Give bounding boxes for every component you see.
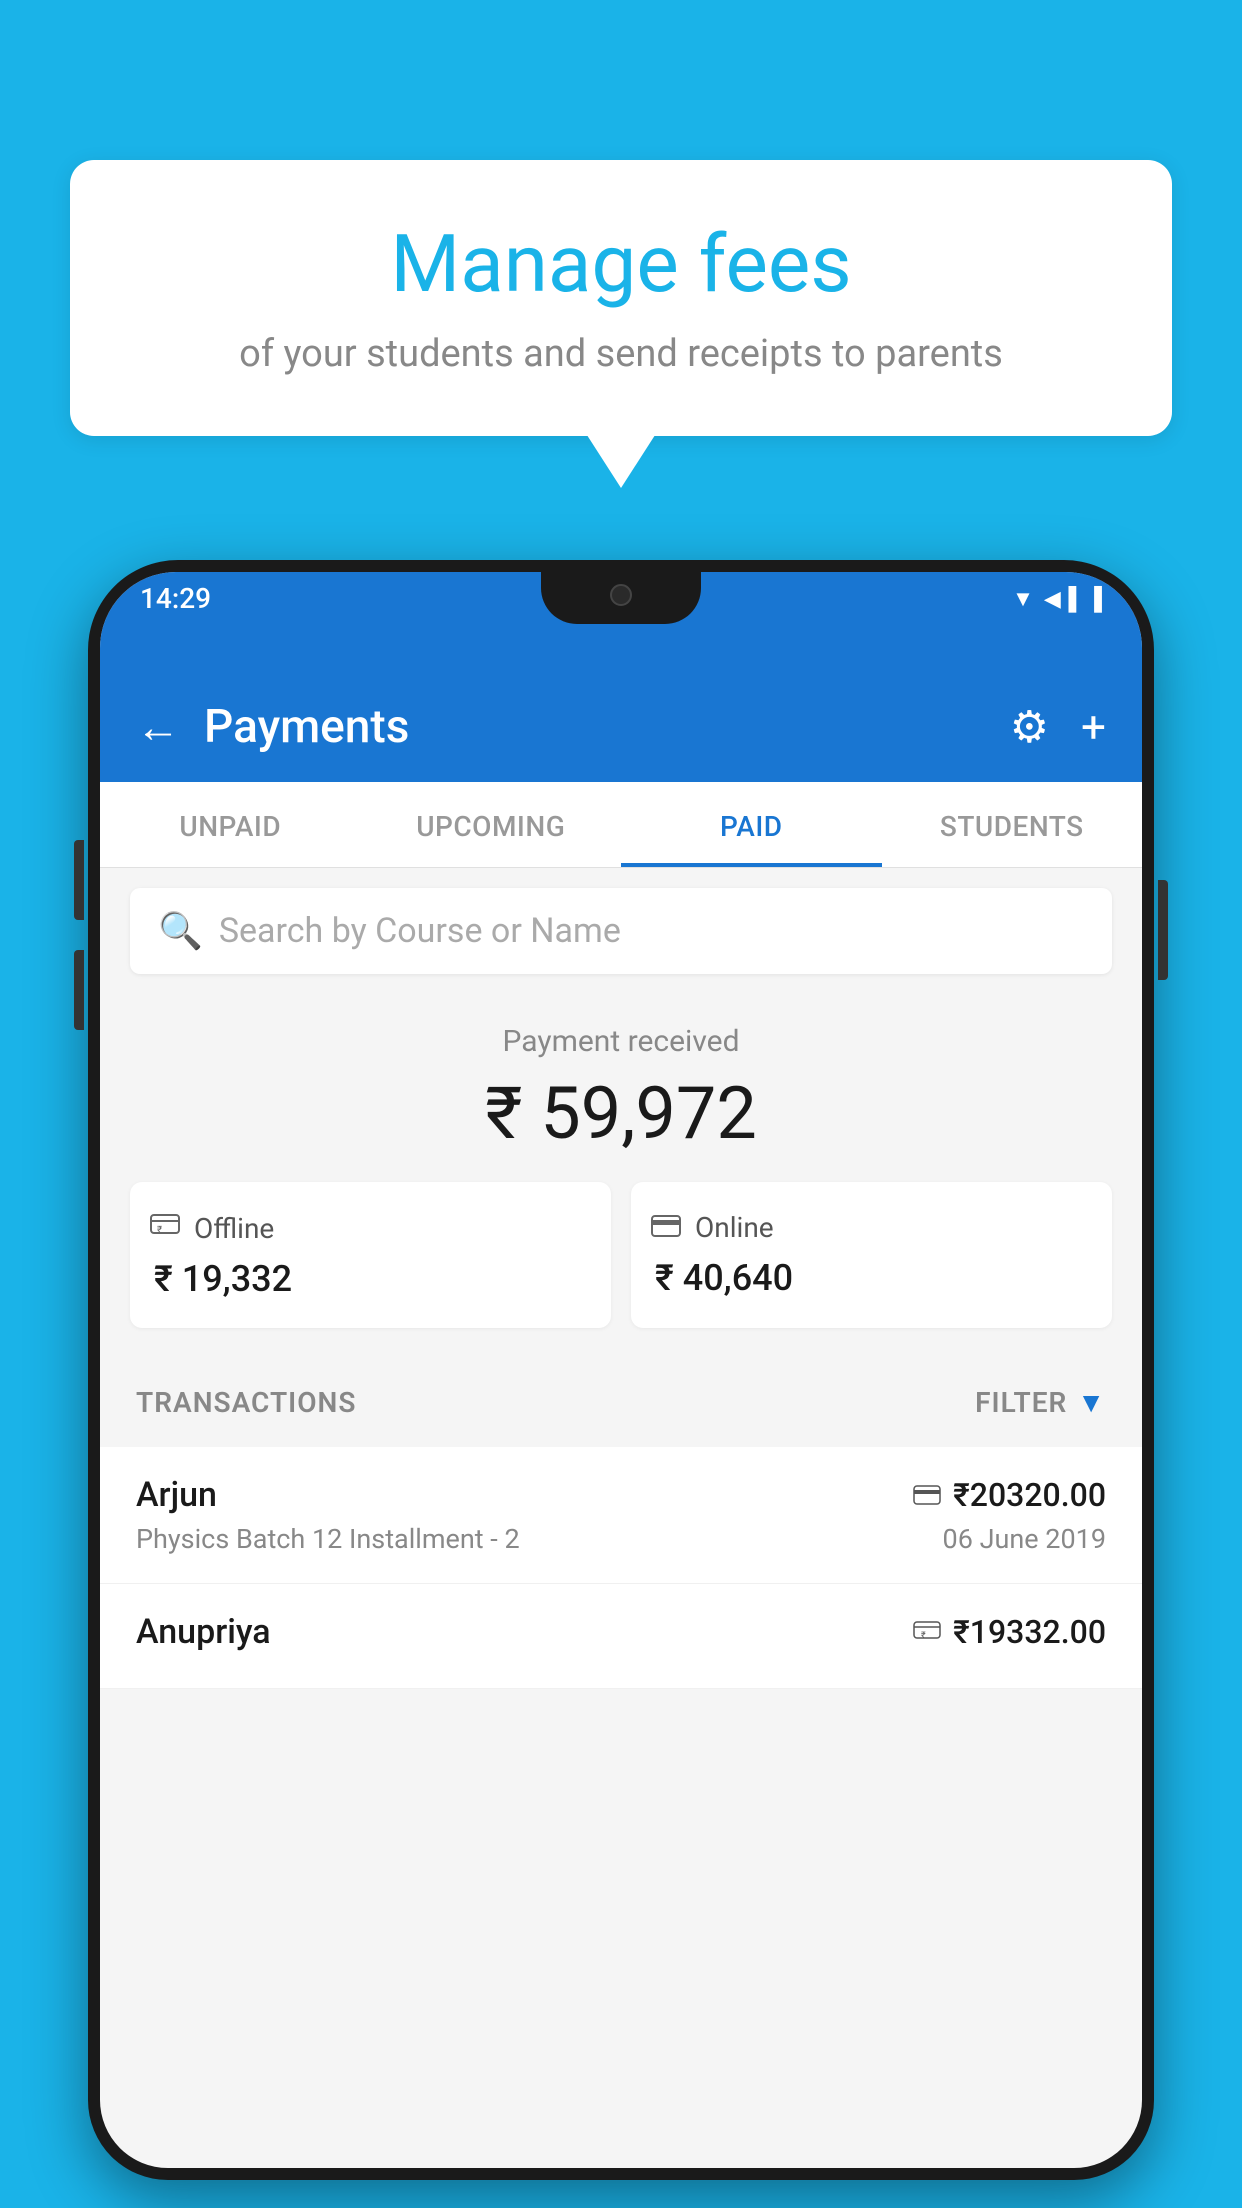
header-right: ⚙ + bbox=[1010, 701, 1106, 753]
search-icon: 🔍 bbox=[158, 910, 203, 952]
tab-unpaid[interactable]: UNPAID bbox=[100, 782, 361, 867]
header-left: ← Payments bbox=[136, 700, 409, 754]
add-button[interactable]: + bbox=[1081, 701, 1106, 753]
tabs-container: UNPAID UPCOMING PAID STUDENTS bbox=[100, 782, 1142, 868]
transaction-amount-container: ₹20320.00 bbox=[913, 1476, 1106, 1514]
header-title: Payments bbox=[204, 700, 409, 754]
payment-total-amount: ₹ 59,972 bbox=[130, 1071, 1112, 1156]
online-payment-icon bbox=[913, 1479, 941, 1512]
offline-label: Offline bbox=[194, 1212, 274, 1245]
notch-bump bbox=[541, 572, 701, 624]
payment-received-label: Payment received bbox=[130, 1024, 1112, 1059]
offline-card-header: ₹ Offline bbox=[150, 1210, 591, 1246]
hero-subtitle: of your students and send receipts to pa… bbox=[130, 328, 1112, 381]
phone-mockup: 14:29 ▼ ◀▐ ▐ ← Payments ⚙ bbox=[88, 560, 1154, 2208]
svg-text:₹: ₹ bbox=[921, 1631, 926, 1641]
transaction-row[interactable]: Anupriya ₹ ₹19332.00 bbox=[100, 1584, 1142, 1689]
back-button[interactable]: ← bbox=[136, 701, 180, 753]
settings-button[interactable]: ⚙ bbox=[1010, 701, 1049, 753]
tab-students[interactable]: STUDENTS bbox=[882, 782, 1143, 867]
phone-notch: 14:29 ▼ ◀▐ ▐ bbox=[100, 572, 1142, 672]
app-header: ← Payments ⚙ + bbox=[100, 672, 1142, 782]
transaction-amount: ₹20320.00 bbox=[953, 1476, 1106, 1514]
online-label: Online bbox=[695, 1211, 774, 1244]
online-card-header: Online bbox=[651, 1210, 1092, 1245]
transactions-label: TRANSACTIONS bbox=[136, 1386, 356, 1419]
offline-icon: ₹ bbox=[150, 1210, 180, 1246]
volume-up-button bbox=[74, 840, 84, 920]
offline-payment-icon: ₹ bbox=[913, 1616, 941, 1649]
transaction-amount-container: ₹ ₹19332.00 bbox=[913, 1613, 1106, 1651]
hero-section: Manage fees of your students and send re… bbox=[70, 160, 1172, 436]
transactions-header: TRANSACTIONS FILTER ▼ bbox=[100, 1358, 1142, 1447]
battery-icon: ▐ bbox=[1086, 586, 1102, 612]
online-payment-card: Online ₹ 40,640 bbox=[631, 1182, 1112, 1328]
volume-down-button bbox=[74, 950, 84, 1030]
tab-paid[interactable]: PAID bbox=[621, 782, 882, 867]
online-icon bbox=[651, 1210, 681, 1245]
transaction-bottom: Physics Batch 12 Installment - 2 06 June… bbox=[136, 1523, 1106, 1555]
search-section: 🔍 Search by Course or Name bbox=[100, 868, 1142, 994]
transaction-date: 06 June 2019 bbox=[943, 1523, 1106, 1555]
hero-title: Manage fees bbox=[130, 220, 1112, 308]
transaction-top: Anupriya ₹ ₹19332.00 bbox=[136, 1612, 1106, 1652]
offline-amount: ₹ 19,332 bbox=[150, 1258, 591, 1300]
search-input[interactable]: Search by Course or Name bbox=[219, 911, 621, 951]
status-time: 14:29 bbox=[140, 582, 211, 615]
front-camera bbox=[610, 584, 632, 606]
online-amount: ₹ 40,640 bbox=[651, 1257, 1092, 1299]
filter-button[interactable]: FILTER ▼ bbox=[975, 1386, 1106, 1419]
svg-text:₹: ₹ bbox=[157, 1225, 162, 1236]
power-button bbox=[1158, 880, 1168, 980]
search-bar[interactable]: 🔍 Search by Course or Name bbox=[130, 888, 1112, 974]
offline-payment-card: ₹ Offline ₹ 19,332 bbox=[130, 1182, 611, 1328]
transaction-row[interactable]: Arjun ₹20320.00 Physics Batch 12 Install… bbox=[100, 1447, 1142, 1584]
payment-cards: ₹ Offline ₹ 19,332 bbox=[130, 1182, 1112, 1328]
wifi-icon: ▼ bbox=[1012, 586, 1034, 612]
filter-text: FILTER bbox=[975, 1386, 1067, 1419]
payment-summary: Payment received ₹ 59,972 ₹ bbox=[100, 994, 1142, 1358]
transaction-amount: ₹19332.00 bbox=[953, 1613, 1106, 1651]
transaction-top: Arjun ₹20320.00 bbox=[136, 1475, 1106, 1515]
transaction-name: Arjun bbox=[136, 1475, 217, 1515]
speech-bubble: Manage fees of your students and send re… bbox=[70, 160, 1172, 436]
transaction-detail: Physics Batch 12 Installment - 2 bbox=[136, 1523, 520, 1555]
filter-icon: ▼ bbox=[1077, 1386, 1106, 1419]
phone-screen: 14:29 ▼ ◀▐ ▐ ← Payments ⚙ bbox=[100, 572, 1142, 2168]
transaction-name: Anupriya bbox=[136, 1612, 271, 1652]
status-icons: ▼ ◀▐ ▐ bbox=[1012, 586, 1102, 612]
phone-outer: 14:29 ▼ ◀▐ ▐ ← Payments ⚙ bbox=[88, 560, 1154, 2180]
tab-upcoming[interactable]: UPCOMING bbox=[361, 782, 622, 867]
signal-icon: ◀▐ bbox=[1044, 586, 1077, 612]
